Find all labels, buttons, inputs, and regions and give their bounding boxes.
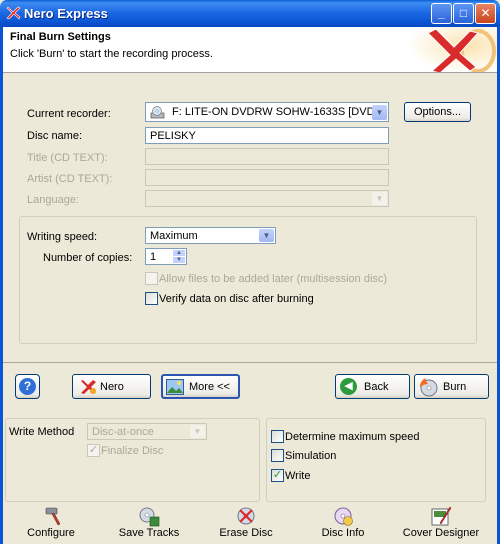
title-cd-text-input <box>145 148 389 165</box>
verify-label: Verify data on disc after burning <box>159 293 314 305</box>
write-method-select: Disc-at-once ▼ <box>87 423 207 440</box>
minimize-button[interactable]: _ <box>431 3 452 24</box>
cover-designer-icon <box>431 506 452 526</box>
writing-speed-label: Writing speed: <box>27 231 98 243</box>
more-button-label: More << <box>189 381 230 393</box>
writing-speed-value: Maximum <box>150 230 198 242</box>
chevron-down-icon[interactable]: ▼ <box>372 105 387 120</box>
nero-brand-graphic <box>398 27 497 72</box>
recorder-select[interactable]: F: LITE-ON DVDRW SOHW-1633S [DVD] ▼ <box>145 102 389 122</box>
save-tracks-button[interactable]: Save Tracks <box>104 505 194 541</box>
save-tracks-label: Save Tracks <box>118 527 180 539</box>
multisession-checkbox <box>145 272 158 285</box>
chevron-down-icon: ▼ <box>372 192 387 205</box>
disc-info-icon <box>334 507 353 526</box>
window-title: Nero Express <box>24 6 108 21</box>
erase-disc-button[interactable]: Erase Disc <box>201 505 291 541</box>
options-button-label: Options... <box>413 106 462 118</box>
multisession-label: Allow files to be added later (multisess… <box>159 273 388 285</box>
title-cd-text-label: Title (CD TEXT): <box>27 152 108 164</box>
image-icon <box>166 379 184 395</box>
copies-stepper[interactable]: 1 ▲ ▼ <box>145 248 187 265</box>
nero-button-label: Nero <box>100 381 124 393</box>
nero-flame-icon <box>81 380 96 394</box>
copies-label: Number of copies: <box>43 252 133 264</box>
stepper-down-icon[interactable]: ▼ <box>173 257 185 263</box>
write-checkbox[interactable]: ✓ <box>271 469 284 482</box>
finalize-checkbox: ✓ <box>87 444 100 457</box>
simulation-label: Simulation <box>285 450 337 462</box>
erase-disc-icon <box>237 507 255 525</box>
nero-button[interactable]: Nero <box>72 374 151 399</box>
burn-button[interactable]: Burn <box>414 374 489 399</box>
language-select: ▼ <box>145 190 389 207</box>
write-method-value: Disc-at-once <box>92 426 154 438</box>
cover-designer-label: Cover Designer <box>402 527 480 539</box>
disc-name-value: PELISKY <box>150 130 196 142</box>
current-recorder-label: Current recorder: <box>27 108 111 120</box>
burn-disc-icon <box>420 378 438 397</box>
chevron-down-icon[interactable]: ▼ <box>259 229 274 242</box>
help-icon: ? <box>19 378 36 395</box>
configure-label: Configure <box>27 527 75 539</box>
hammer-icon <box>45 507 61 526</box>
back-button[interactable]: ◀ Back <box>335 374 410 399</box>
save-tracks-icon <box>139 507 160 527</box>
artist-cd-text-label: Artist (CD TEXT): <box>27 173 113 185</box>
page-subtitle: Click 'Burn' to start the recording proc… <box>10 48 213 60</box>
title-bar: Nero Express _ □ ✕ <box>0 0 500 27</box>
write-label: Write <box>285 470 311 482</box>
determine-speed-label: Determine maximum speed <box>285 431 420 443</box>
write-method-label: Write Method <box>9 426 75 438</box>
divider <box>3 362 497 363</box>
header-band: Final Burn Settings Click 'Burn' to star… <box>3 27 497 73</box>
back-button-label: Back <box>364 381 389 393</box>
maximize-button[interactable]: □ <box>453 3 474 24</box>
chevron-down-icon: ▼ <box>190 425 205 438</box>
verify-checkbox[interactable] <box>145 292 158 305</box>
disc-name-label: Disc name: <box>27 130 83 142</box>
stepper-up-icon[interactable]: ▲ <box>173 250 185 256</box>
page-title: Final Burn Settings <box>10 31 111 43</box>
arrow-left-icon: ◀ <box>340 378 357 395</box>
simulation-checkbox[interactable] <box>271 449 284 462</box>
help-button[interactable]: ? <box>15 374 40 399</box>
writing-speed-select[interactable]: Maximum ▼ <box>145 227 276 244</box>
disc-info-button[interactable]: Disc Info <box>298 505 388 541</box>
cover-designer-button[interactable]: Cover Designer <box>396 505 486 541</box>
copies-value: 1 <box>150 251 157 263</box>
disc-info-label: Disc Info <box>321 527 365 539</box>
close-button[interactable]: ✕ <box>475 3 496 24</box>
burn-button-label: Burn <box>443 381 467 393</box>
recorder-value: F: LITE-ON DVDRW SOHW-1633S [DVD] <box>172 106 378 118</box>
disc-name-input[interactable]: PELISKY <box>145 127 389 144</box>
erase-disc-label: Erase Disc <box>219 527 273 539</box>
configure-button[interactable]: Configure <box>6 505 96 541</box>
nero-logo-icon <box>6 6 21 20</box>
options-button[interactable]: Options... <box>404 102 471 122</box>
determine-speed-checkbox[interactable] <box>271 430 284 443</box>
more-button[interactable]: More << <box>161 374 240 399</box>
artist-cd-text-input <box>145 169 389 186</box>
window-border-left <box>0 27 3 544</box>
drive-icon <box>150 106 165 119</box>
language-label: Language: <box>27 194 79 206</box>
finalize-label: Finalize Disc <box>101 445 164 457</box>
